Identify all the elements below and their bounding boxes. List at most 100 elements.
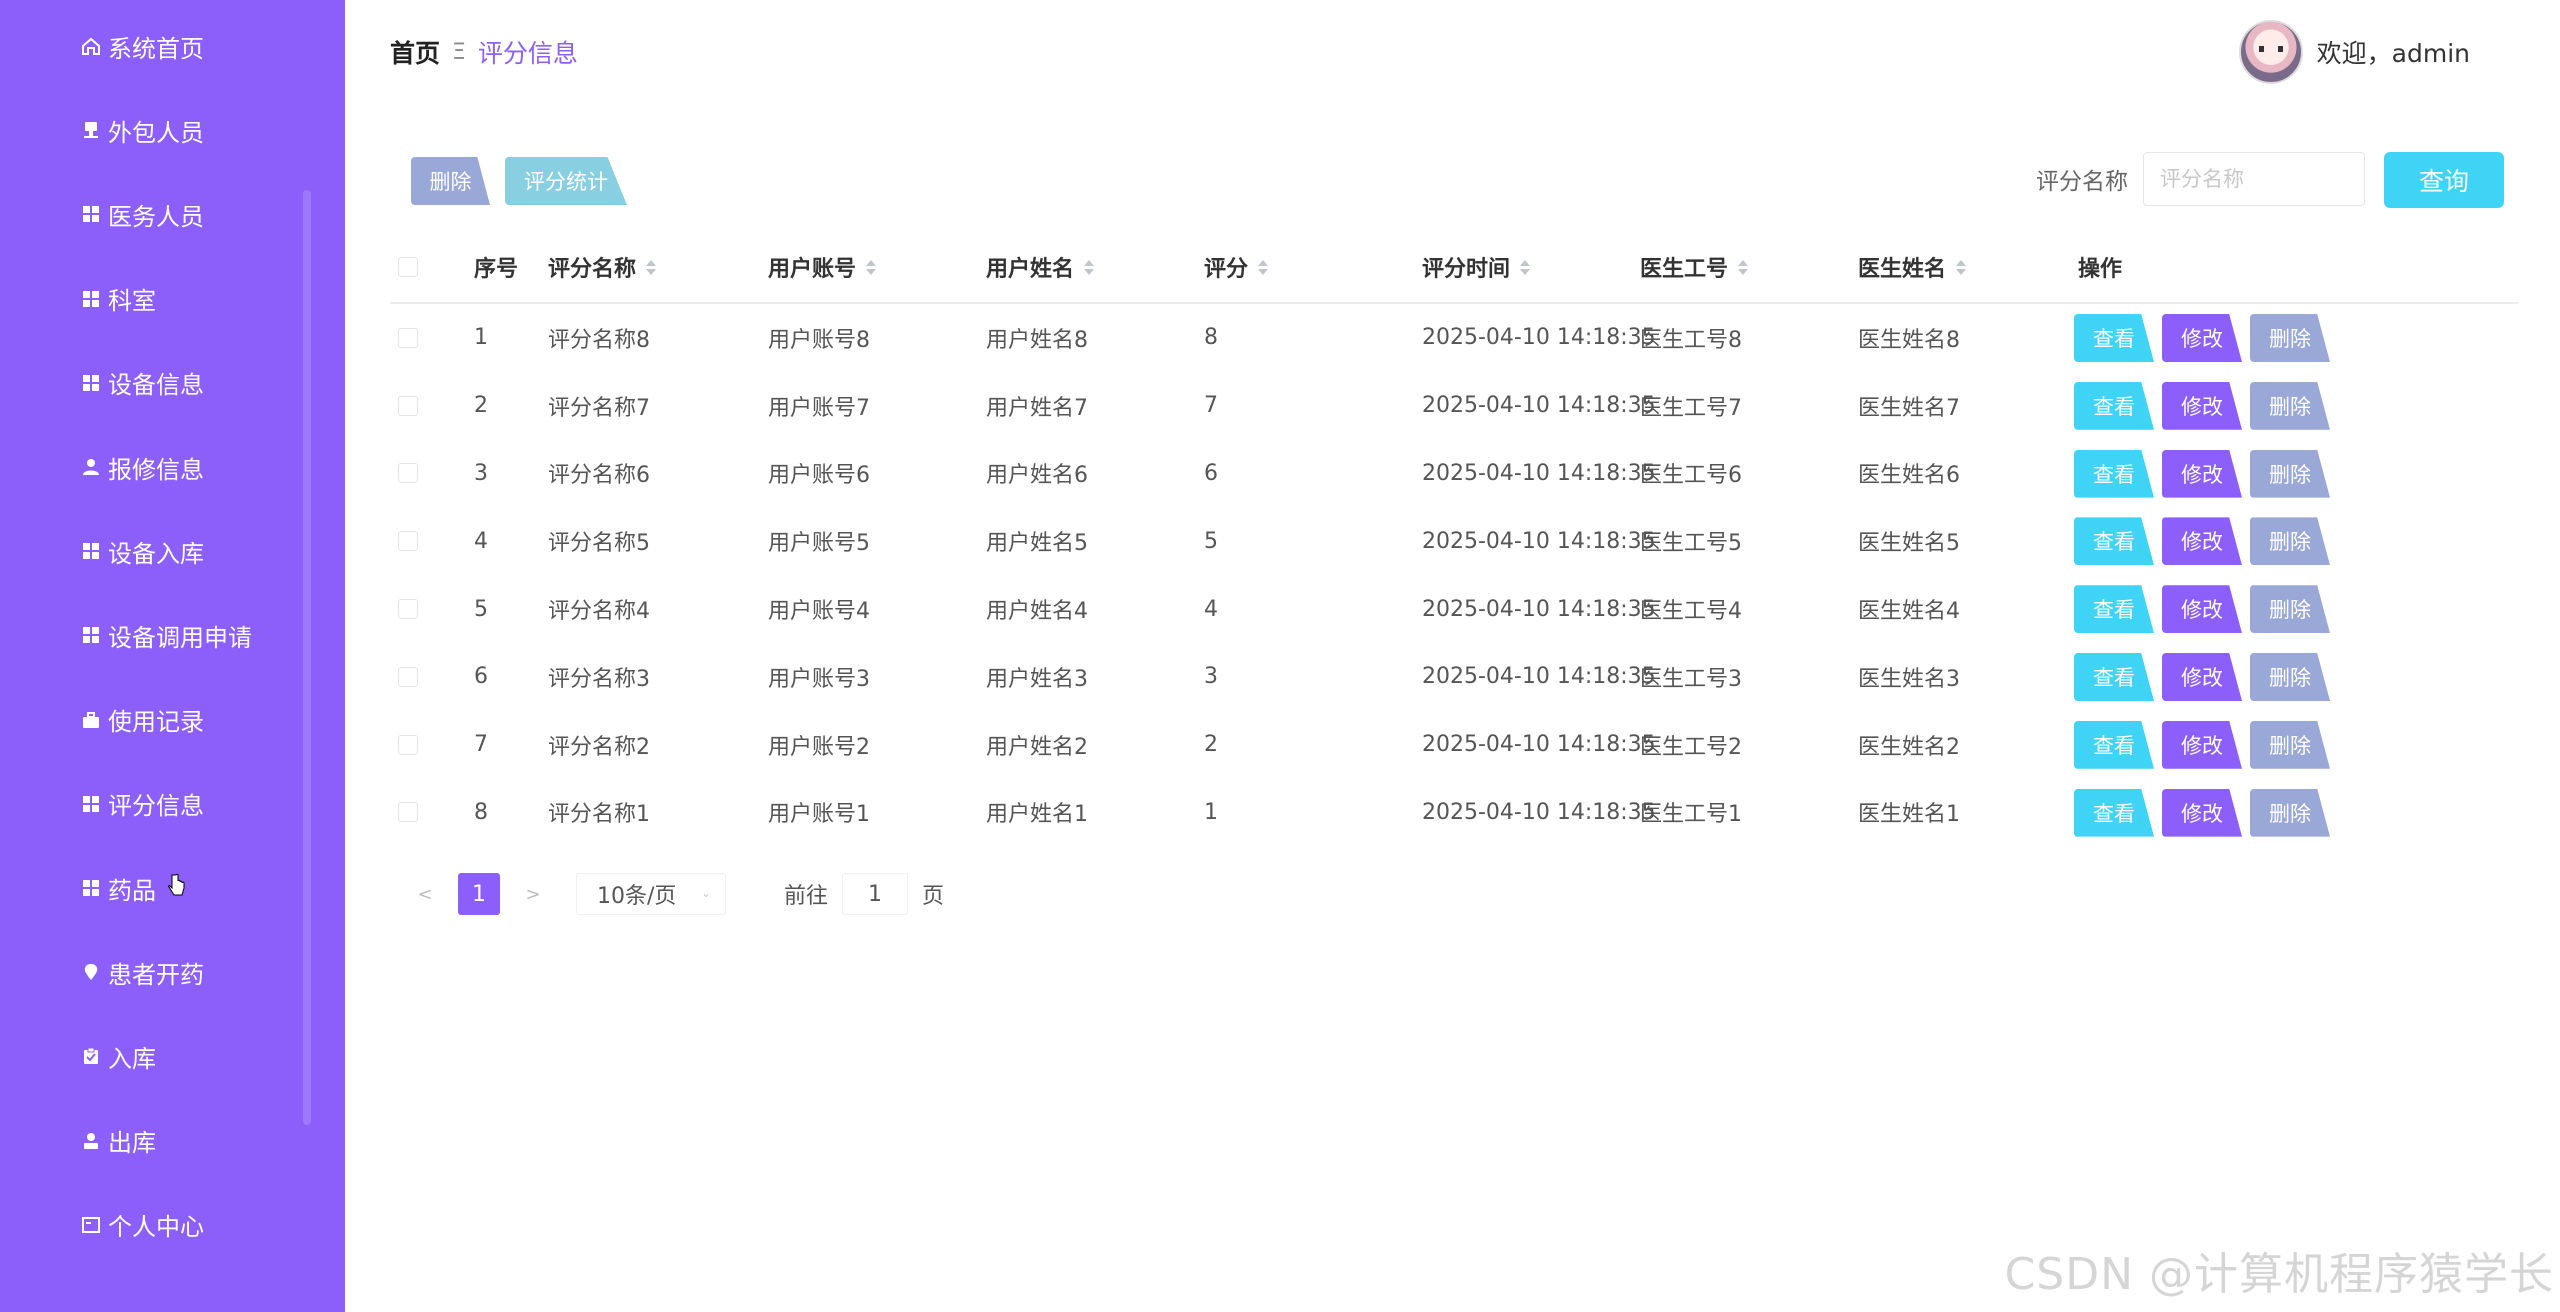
row-checkbox[interactable]: [398, 734, 418, 755]
edit-button[interactable]: 修改: [2162, 585, 2242, 634]
view-button[interactable]: 查看: [2074, 652, 2154, 701]
table-cell-name: 评分名称1: [548, 802, 650, 828]
table-cell-account: 用户账号1: [768, 802, 870, 828]
sidebar-item-label: 外包人员: [108, 118, 204, 147]
breadcrumb-current[interactable]: 评分信息: [478, 34, 578, 70]
watermark: CSDN @计算机程序猿学长: [2004, 1249, 2554, 1300]
stamp-user-icon: [80, 1130, 102, 1152]
edit-button[interactable]: 修改: [2162, 652, 2242, 701]
sidebar-item[interactable]: 外包人员: [80, 110, 204, 150]
sidebar-item[interactable]: 设备信息: [80, 363, 204, 403]
goto-page-input[interactable]: [842, 873, 909, 915]
sort-caret-icon[interactable]: [1258, 259, 1269, 275]
search-input[interactable]: [2143, 152, 2365, 206]
view-button[interactable]: 查看: [2074, 788, 2154, 837]
row-checkbox[interactable]: [398, 463, 418, 484]
sidebar-item-label: 科室: [108, 287, 156, 316]
sort-caret-icon[interactable]: [646, 259, 657, 275]
sidebar-item[interactable]: 药品: [80, 868, 156, 908]
user-icon: [80, 456, 102, 478]
sort-caret-icon[interactable]: [1084, 259, 1095, 275]
breadcrumb-home[interactable]: 首页: [390, 34, 440, 70]
delete-button[interactable]: 删除: [2250, 585, 2330, 634]
table-cell-score: 4: [1204, 596, 1218, 622]
edit-button[interactable]: 修改: [2162, 381, 2242, 430]
page-size-select[interactable]: 10条/页 ⌄: [576, 873, 726, 915]
prev-page-button[interactable]: <: [410, 884, 440, 905]
row-checkbox-cell: [398, 711, 418, 779]
sidebar-item[interactable]: 出库: [80, 1121, 156, 1161]
breadcrumb-separator-icon: Ξ: [452, 39, 466, 65]
edit-button[interactable]: 修改: [2162, 314, 2242, 362]
edit-button[interactable]: 修改: [2162, 517, 2242, 566]
next-page-button[interactable]: >: [518, 884, 548, 905]
sidebar-item[interactable]: 设备入库: [80, 531, 204, 571]
column-header-label[interactable]: 评分时间: [1422, 251, 1510, 283]
sidebar-item[interactable]: 入库: [80, 1036, 156, 1076]
delete-button[interactable]: 删除: [2250, 720, 2330, 769]
delete-button[interactable]: 删除: [2250, 652, 2330, 701]
column-header-label[interactable]: 评分名称: [548, 251, 636, 283]
delete-button[interactable]: 删除: [2250, 314, 2330, 362]
row-checkbox[interactable]: [398, 395, 418, 416]
row-checkbox[interactable]: [398, 666, 418, 687]
sidebar-item-label: 评分信息: [108, 792, 204, 821]
sort-caret-icon[interactable]: [1520, 259, 1531, 275]
sort-caret-icon[interactable]: [1956, 259, 1967, 275]
column-header-label[interactable]: 用户姓名: [986, 251, 1074, 283]
table-cell-time: 2025-04-10 14:18:35: [1422, 799, 1656, 825]
column-header: 评分名称: [548, 232, 657, 302]
score-stats-button[interactable]: 评分统计: [505, 157, 627, 205]
view-button[interactable]: 查看: [2074, 314, 2154, 362]
edit-button[interactable]: 修改: [2162, 720, 2242, 769]
row-checkbox[interactable]: [398, 802, 418, 823]
sort-caret-icon[interactable]: [866, 259, 877, 275]
view-button[interactable]: 查看: [2074, 585, 2154, 634]
sidebar-scrollbar[interactable]: [303, 190, 311, 1125]
table-cell-idx: 7: [474, 732, 488, 758]
table-cell-account: 用户账号6: [768, 463, 870, 489]
table-cell-doc_id: 医生工号1: [1640, 802, 1742, 828]
row-checkbox[interactable]: [398, 327, 418, 348]
row-checkbox[interactable]: [398, 599, 418, 620]
sidebar-item[interactable]: 医务人员: [80, 194, 204, 234]
view-button[interactable]: 查看: [2074, 517, 2154, 566]
view-button[interactable]: 查看: [2074, 720, 2154, 769]
table-cell-doc_id: 医生工号2: [1640, 734, 1742, 760]
delete-button[interactable]: 删除: [2250, 381, 2330, 430]
table-cell-time: 2025-04-10 14:18:35: [1422, 325, 1656, 351]
sidebar-item[interactable]: 报修信息: [80, 447, 204, 487]
column-header-label[interactable]: 评分: [1204, 251, 1248, 283]
sidebar-item[interactable]: 患者开药: [80, 952, 204, 992]
batch-delete-button[interactable]: 删除: [411, 157, 490, 205]
delete-button[interactable]: 删除: [2250, 788, 2330, 837]
sort-caret-icon[interactable]: [1738, 259, 1749, 275]
user-menu[interactable]: 欢迎，admin: [2238, 20, 2470, 84]
sidebar-item[interactable]: 评分信息: [80, 784, 204, 824]
column-header-label: 操作: [2078, 257, 2123, 282]
view-button[interactable]: 查看: [2074, 381, 2154, 430]
page-number-button[interactable]: 1: [458, 873, 500, 915]
column-header-label[interactable]: 医生姓名: [1858, 251, 1946, 283]
avatar[interactable]: [2238, 20, 2303, 84]
table-cell-time: 2025-04-10 14:18:35: [1422, 460, 1656, 486]
table-cell-score: 6: [1204, 460, 1218, 486]
view-button[interactable]: 查看: [2074, 449, 2154, 498]
edit-button[interactable]: 修改: [2162, 449, 2242, 498]
table-cell-name: 评分名称8: [548, 327, 650, 353]
table-cell-doc_id: 医生工号8: [1640, 327, 1742, 353]
select-all-checkbox[interactable]: [398, 257, 418, 277]
sidebar-item[interactable]: 使用记录: [80, 700, 204, 740]
delete-button[interactable]: 删除: [2250, 517, 2330, 566]
row-checkbox[interactable]: [398, 531, 418, 552]
column-header-label[interactable]: 用户账号: [768, 251, 856, 283]
query-button[interactable]: 查询: [2384, 152, 2504, 208]
edit-button[interactable]: 修改: [2162, 788, 2242, 837]
sidebar-item[interactable]: 个人中心: [80, 1205, 204, 1245]
sidebar-item[interactable]: 设备调用申请: [80, 615, 252, 655]
delete-button[interactable]: 删除: [2250, 449, 2330, 498]
column-header-label[interactable]: 医生工号: [1640, 251, 1728, 283]
sidebar-item[interactable]: 系统首页: [80, 26, 204, 66]
sidebar-item[interactable]: 科室: [80, 279, 156, 319]
goto-label: 前往: [784, 884, 829, 909]
